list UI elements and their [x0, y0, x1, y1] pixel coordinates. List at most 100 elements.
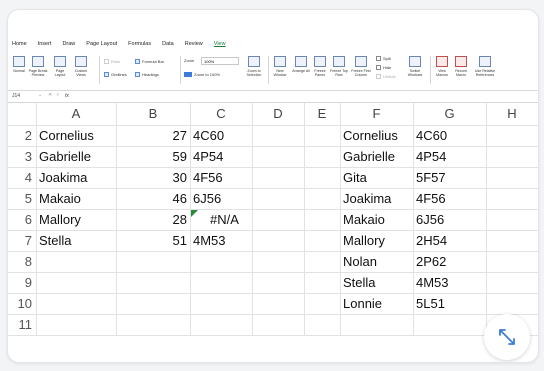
- cell-b9[interactable]: [116, 272, 190, 293]
- cell-b8[interactable]: [116, 251, 190, 272]
- tab-data[interactable]: Data: [162, 41, 174, 51]
- cell-b4[interactable]: 30: [116, 167, 190, 188]
- cell-a11[interactable]: [36, 314, 116, 335]
- row-header[interactable]: 10: [8, 293, 36, 314]
- page-break-preview-button[interactable]: Page Break Preview: [28, 56, 48, 77]
- normal-view-button[interactable]: Normal: [10, 56, 28, 73]
- cell-f3[interactable]: Gabrielle: [340, 146, 413, 167]
- column-header-b[interactable]: B: [116, 103, 190, 124]
- cell-b5[interactable]: 46: [116, 188, 190, 209]
- name-box[interactable]: J14: [12, 93, 20, 99]
- cell-b10[interactable]: [116, 293, 190, 314]
- page-layout-button[interactable]: Page Layout: [52, 56, 68, 77]
- split-button[interactable]: Split: [376, 56, 391, 61]
- cell-b3[interactable]: 59: [116, 146, 190, 167]
- custom-views-button[interactable]: Custom Views: [71, 56, 91, 77]
- tab-insert[interactable]: Insert: [38, 41, 52, 51]
- fx-icon[interactable]: fx: [65, 93, 69, 99]
- tab-draw[interactable]: Draw: [62, 41, 75, 51]
- arrange-all-button[interactable]: Arrange All: [291, 56, 311, 73]
- cell-a5[interactable]: Makaio: [36, 188, 116, 209]
- cell-c2[interactable]: 4C60: [190, 125, 252, 146]
- cell-g10[interactable]: 5L51: [413, 293, 486, 314]
- column-header-e[interactable]: E: [304, 103, 340, 124]
- row-header[interactable]: 5: [8, 188, 36, 209]
- row-header[interactable]: 6: [8, 209, 36, 230]
- column-header-a[interactable]: A: [36, 103, 116, 124]
- cell-a9[interactable]: [36, 272, 116, 293]
- cell-f11[interactable]: [340, 314, 413, 335]
- cell-c5[interactable]: 6J56: [190, 188, 252, 209]
- cell-a3[interactable]: Gabrielle: [36, 146, 116, 167]
- tab-review[interactable]: Review: [185, 41, 203, 51]
- cell-c10[interactable]: [190, 293, 252, 314]
- cell-b11[interactable]: [116, 314, 190, 335]
- cell-g8[interactable]: 2P62: [413, 251, 486, 272]
- zoom-100-button[interactable]: Zoom to 100%: [184, 72, 220, 77]
- cell-f8[interactable]: Nolan: [340, 251, 413, 272]
- cell-f7[interactable]: Mallory: [340, 230, 413, 251]
- cell-g2[interactable]: 4C60: [413, 125, 486, 146]
- headings-checkbox[interactable]: Headings: [135, 72, 159, 77]
- record-macro-button[interactable]: Record Macro: [451, 56, 471, 77]
- cell-f6[interactable]: Makaio: [340, 209, 413, 230]
- freeze-first-column-button[interactable]: Freeze First Column: [349, 56, 373, 77]
- row-header[interactable]: 9: [8, 272, 36, 293]
- switch-windows-button[interactable]: Switch Windows: [404, 56, 426, 77]
- cell-a7[interactable]: Stella: [36, 230, 116, 251]
- zoom-selection-button[interactable]: Zoom to Selection: [242, 56, 266, 77]
- cell-b2[interactable]: 27: [116, 125, 190, 146]
- ruler-checkbox[interactable]: Ruler: [104, 59, 121, 64]
- cell-g7[interactable]: 2H54: [413, 230, 486, 251]
- tab-page-layout[interactable]: Page Layout: [86, 41, 117, 51]
- cell-a6[interactable]: Mallory: [36, 209, 116, 230]
- cell-a8[interactable]: [36, 251, 116, 272]
- tab-home[interactable]: Home: [12, 41, 27, 51]
- row-header[interactable]: 4: [8, 167, 36, 188]
- cell-a4[interactable]: Joakima: [36, 167, 116, 188]
- cell-c6[interactable]: #N/A: [190, 209, 252, 230]
- cell-g4[interactable]: 5F57: [413, 167, 486, 188]
- cancel-icon[interactable]: ✕: [48, 92, 52, 98]
- freeze-panes-button[interactable]: Freeze Panes: [310, 56, 330, 77]
- cell-b6[interactable]: 28: [116, 209, 190, 230]
- column-header-g[interactable]: G: [413, 103, 486, 124]
- view-macros-button[interactable]: View Macros: [433, 56, 451, 77]
- cell-f5[interactable]: Joakima: [340, 188, 413, 209]
- cell-f9[interactable]: Stella: [340, 272, 413, 293]
- row-header[interactable]: 7: [8, 230, 36, 251]
- cell-f2[interactable]: Cornelius: [340, 125, 413, 146]
- cell-c11[interactable]: [190, 314, 252, 335]
- cell-b7[interactable]: 51: [116, 230, 190, 251]
- row-header[interactable]: 3: [8, 146, 36, 167]
- gridlines-checkbox[interactable]: Gridlines: [104, 72, 127, 77]
- cell-c7[interactable]: 4M53: [190, 230, 252, 251]
- row-header[interactable]: 2: [8, 125, 36, 146]
- enter-icon[interactable]: ✓: [56, 92, 60, 98]
- cell-a10[interactable]: [36, 293, 116, 314]
- cell-c9[interactable]: [190, 272, 252, 293]
- cell-g6[interactable]: 6J56: [413, 209, 486, 230]
- use-relative-references-button[interactable]: Use Relative References: [471, 56, 499, 77]
- cell-a2[interactable]: Cornelius: [36, 125, 116, 146]
- error-indicator-icon[interactable]: [191, 210, 198, 217]
- cell-c8[interactable]: [190, 251, 252, 272]
- tab-view[interactable]: View: [214, 41, 226, 51]
- cell-g5[interactable]: 4F56: [413, 188, 486, 209]
- expand-button[interactable]: [484, 314, 530, 360]
- row-header[interactable]: 11: [8, 314, 36, 335]
- cell-c4[interactable]: 4F56: [190, 167, 252, 188]
- cell-f10[interactable]: Lonnie: [340, 293, 413, 314]
- freeze-top-row-button[interactable]: Freeze Top Row: [328, 56, 350, 77]
- formula-bar-checkbox[interactable]: Formula Bar: [135, 59, 164, 64]
- column-header-c[interactable]: C: [190, 103, 252, 124]
- cell-c3[interactable]: 4P54: [190, 146, 252, 167]
- zoom-select[interactable]: 100%: [201, 57, 239, 65]
- hide-button[interactable]: Hide: [376, 65, 391, 70]
- new-window-button[interactable]: New Window: [270, 56, 290, 77]
- cell-f4[interactable]: Gita: [340, 167, 413, 188]
- name-box-dropdown-icon[interactable]: ⌄: [38, 92, 42, 98]
- column-header-d[interactable]: D: [252, 103, 304, 124]
- cell-g3[interactable]: 4P54: [413, 146, 486, 167]
- unhide-button[interactable]: Unhide: [376, 74, 396, 79]
